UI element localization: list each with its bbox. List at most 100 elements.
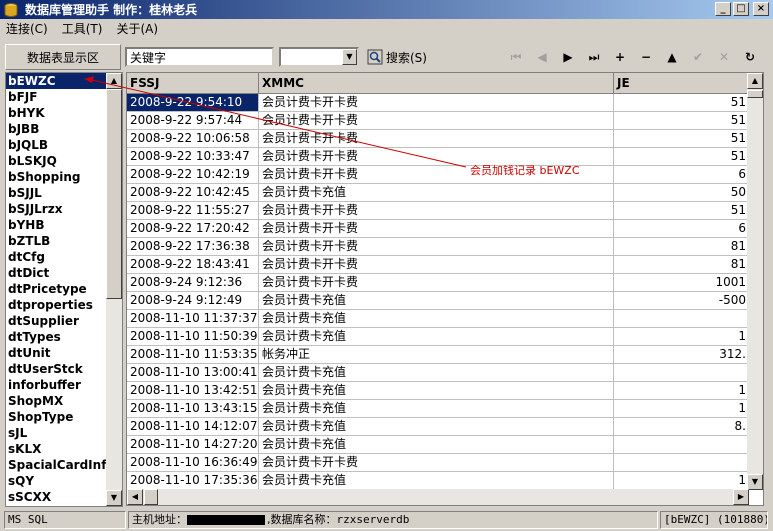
- table-cell[interactable]: 会员计费卡充值: [259, 328, 614, 346]
- field-combo[interactable]: ▼: [279, 47, 359, 67]
- table-list-item[interactable]: dtproperties: [6, 297, 108, 313]
- table-list-item[interactable]: dtSupplier: [6, 313, 108, 329]
- table-cell[interactable]: 2008-11-10 13:42:51: [127, 382, 259, 400]
- table-list-item[interactable]: bJQLB: [6, 137, 108, 153]
- table-cell[interactable]: 2008-9-22 9:54:10: [127, 94, 259, 112]
- table-area-button[interactable]: 数据表显示区: [5, 44, 121, 70]
- table-cell[interactable]: 1: [614, 472, 749, 490]
- table-list-item[interactable]: bZTLB: [6, 233, 108, 249]
- table-cell[interactable]: 2008-9-22 10:42:45: [127, 184, 259, 202]
- table-list-item[interactable]: sJL: [6, 425, 108, 441]
- last-record-button[interactable]: ⏭: [581, 47, 607, 67]
- scroll-down-icon[interactable]: ▼: [106, 490, 122, 506]
- table-cell[interactable]: 2008-11-10 13:43:15: [127, 400, 259, 418]
- table-cell[interactable]: 会员计费卡充值: [259, 436, 614, 454]
- table-row[interactable]: 2008-9-22 10:42:45 会员计费卡充值 50: [127, 184, 749, 202]
- table-list-scrollbar[interactable]: ▲ ▼: [106, 73, 122, 506]
- menu-connect[interactable]: 连接(C): [6, 20, 48, 37]
- table-row[interactable]: 2008-9-22 10:42:19 会员计费卡开卡费 6: [127, 166, 749, 184]
- table-cell[interactable]: [614, 454, 749, 472]
- table-list-item[interactable]: bFJF: [6, 89, 108, 105]
- table-cell[interactable]: 2008-9-22 18:43:41: [127, 256, 259, 274]
- table-list-item[interactable]: sQY: [6, 473, 108, 489]
- table-cell[interactable]: [614, 310, 749, 328]
- table-cell[interactable]: 2008-11-10 13:00:41: [127, 364, 259, 382]
- table-cell[interactable]: 2008-11-10 11:53:35: [127, 346, 259, 364]
- insert-record-button[interactable]: +: [607, 47, 633, 67]
- table-row[interactable]: 2008-11-10 13:00:41 会员计费卡充值: [127, 364, 749, 382]
- table-row[interactable]: 2008-9-22 10:06:58 会员计费卡开卡费 51: [127, 130, 749, 148]
- table-row[interactable]: 2008-11-10 14:12:07 会员计费卡充值 8.: [127, 418, 749, 436]
- table-cell[interactable]: 6: [614, 166, 749, 184]
- table-row[interactable]: 2008-9-22 18:43:41 会员计费卡开卡费 81: [127, 256, 749, 274]
- table-cell[interactable]: 会员计费卡充值: [259, 382, 614, 400]
- table-list-item[interactable]: bEWZC: [6, 73, 108, 89]
- table-list-item[interactable]: bLSKJQ: [6, 153, 108, 169]
- column-header-fssj[interactable]: FSSJ: [127, 73, 259, 94]
- table-list-item[interactable]: bHYK: [6, 105, 108, 121]
- table-row[interactable]: 2008-11-10 17:35:36 会员计费卡充值 1: [127, 472, 749, 490]
- refresh-button[interactable]: ↻: [737, 47, 763, 67]
- chevron-down-icon[interactable]: ▼: [342, 49, 357, 65]
- table-row[interactable]: 2008-11-10 11:50:39 会员计费卡充值 1: [127, 328, 749, 346]
- table-row[interactable]: 2008-9-22 11:55:27 会员计费卡开卡费 51: [127, 202, 749, 220]
- column-header-je[interactable]: JE: [614, 73, 749, 94]
- table-list-item[interactable]: bSJJLrzx: [6, 201, 108, 217]
- table-cell[interactable]: 51: [614, 202, 749, 220]
- grid-vertical-scrollbar[interactable]: ▲ ▼: [747, 73, 763, 490]
- table-cell[interactable]: 2008-11-10 16:36:49: [127, 454, 259, 472]
- table-cell[interactable]: 81: [614, 238, 749, 256]
- table-cell[interactable]: 会员计费卡充值: [259, 400, 614, 418]
- table-cell[interactable]: 1: [614, 382, 749, 400]
- table-cell[interactable]: 会员计费卡开卡费: [259, 130, 614, 148]
- table-cell[interactable]: 2008-11-10 14:27:20: [127, 436, 259, 454]
- table-cell[interactable]: [614, 436, 749, 454]
- table-cell[interactable]: 会员计费卡充值: [259, 418, 614, 436]
- menu-tools[interactable]: 工具(T): [62, 20, 103, 37]
- table-cell[interactable]: 6: [614, 220, 749, 238]
- table-row[interactable]: 2008-9-22 17:36:38 会员计费卡开卡费 81: [127, 238, 749, 256]
- table-list-item[interactable]: bSJJL: [6, 185, 108, 201]
- post-edit-button[interactable]: ✔: [685, 47, 711, 67]
- table-cell[interactable]: 会员计费卡开卡费: [259, 94, 614, 112]
- table-list-item[interactable]: sSCXX: [6, 489, 108, 505]
- scroll-thumb[interactable]: [144, 489, 158, 505]
- table-list-item[interactable]: ShopType: [6, 409, 108, 425]
- table-list-item[interactable]: dtPricetype: [6, 281, 108, 297]
- table-cell[interactable]: [614, 364, 749, 382]
- search-button[interactable]: 搜索(S): [367, 47, 435, 67]
- table-list-item[interactable]: ShopMX: [6, 393, 108, 409]
- table-cell[interactable]: 帐务冲正: [259, 346, 614, 364]
- table-row[interactable]: 2008-11-10 16:36:49 会员计费卡开卡费: [127, 454, 749, 472]
- table-cell[interactable]: 2008-9-24 9:12:36: [127, 274, 259, 292]
- table-cell[interactable]: 2008-9-22 9:57:44: [127, 112, 259, 130]
- table-list-item[interactable]: dtTypes: [6, 329, 108, 345]
- table-cell[interactable]: 会员计费卡充值: [259, 364, 614, 382]
- table-cell[interactable]: 2008-11-10 14:12:07: [127, 418, 259, 436]
- table-cell[interactable]: 2008-9-22 10:42:19: [127, 166, 259, 184]
- edit-record-button[interactable]: ▲: [659, 47, 685, 67]
- table-row[interactable]: 2008-11-10 11:37:37 会员计费卡充值: [127, 310, 749, 328]
- table-cell[interactable]: 会员计费卡充值: [259, 184, 614, 202]
- table-row[interactable]: 2008-9-22 9:57:44 会员计费卡开卡费 51: [127, 112, 749, 130]
- table-row[interactable]: 2008-11-10 13:43:15 会员计费卡充值 1: [127, 400, 749, 418]
- table-list-item[interactable]: bShopping: [6, 169, 108, 185]
- table-list-item[interactable]: dtUnit: [6, 345, 108, 361]
- table-row[interactable]: 2008-9-24 9:12:36 会员计费卡开卡费 1001: [127, 274, 749, 292]
- minimize-button[interactable]: _: [715, 2, 731, 16]
- first-record-button[interactable]: ⏮: [503, 47, 529, 67]
- table-cell[interactable]: 51: [614, 130, 749, 148]
- scroll-up-icon[interactable]: ▲: [106, 73, 122, 89]
- table-cell[interactable]: 1: [614, 328, 749, 346]
- cancel-edit-button[interactable]: ✕: [711, 47, 737, 67]
- table-cell[interactable]: 2008-9-22 17:36:38: [127, 238, 259, 256]
- prior-record-button[interactable]: ◀: [529, 47, 555, 67]
- title-bar[interactable]: 数据库管理助手 制作：桂林老兵 _ □ ×: [0, 0, 773, 19]
- table-row[interactable]: 2008-9-22 9:54:10 会员计费卡开卡费 51: [127, 94, 749, 112]
- table-row[interactable]: 2008-11-10 13:42:51 会员计费卡充值 1: [127, 382, 749, 400]
- table-cell[interactable]: 会员计费卡充值: [259, 472, 614, 490]
- table-cell[interactable]: 1: [614, 400, 749, 418]
- table-cell[interactable]: 2008-11-10 11:37:37: [127, 310, 259, 328]
- table-list[interactable]: bEWZC bFJF bHYK bJBB bJQLB bLSKJQ bShopping bSJ…: [6, 73, 108, 506]
- table-row[interactable]: 2008-9-22 17:20:42 会员计费卡开卡费 6: [127, 220, 749, 238]
